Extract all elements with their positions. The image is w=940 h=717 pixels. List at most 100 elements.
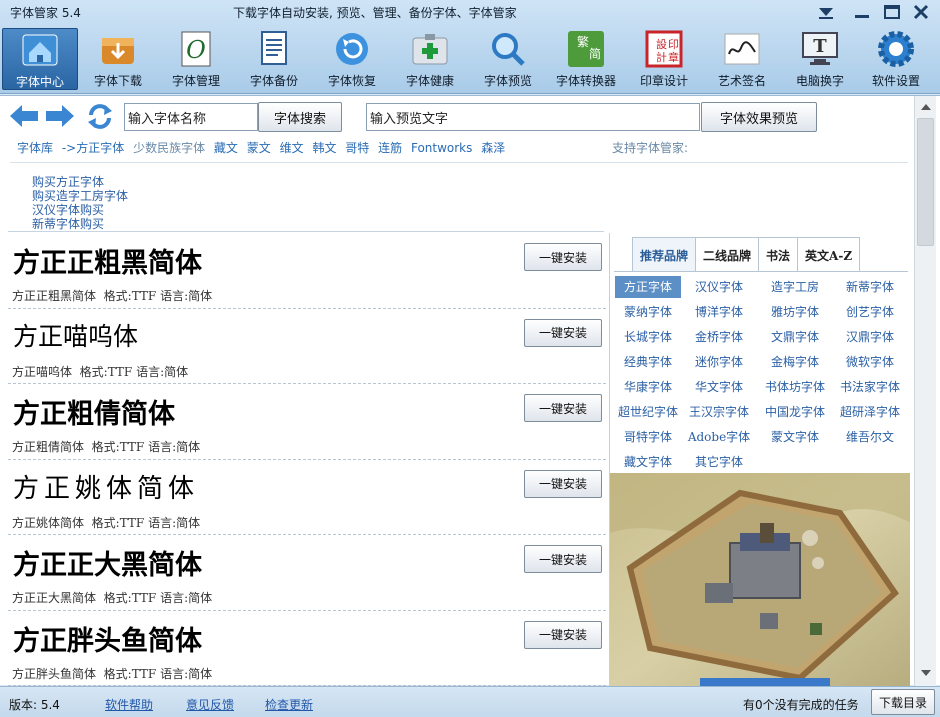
font-language: 语言:简体	[160, 666, 213, 681]
category-link[interactable]: 蒙文	[247, 141, 271, 155]
brand-link[interactable]: 汉鼎字体	[837, 326, 903, 348]
brand-link[interactable]: 博洋字体	[686, 301, 752, 323]
toolbar-font-manage[interactable]: O 字体管理	[158, 28, 234, 90]
tab-calligraphy[interactable]: 书法	[758, 237, 799, 271]
brand-link[interactable]: 金梅字体	[762, 351, 828, 373]
buy-link[interactable]: 新蒂字体购买	[32, 217, 128, 231]
brand-link[interactable]: 方正字体	[615, 276, 681, 298]
toolbar-font-restore[interactable]: 字体恢复	[314, 28, 390, 90]
category-link[interactable]: Fontworks	[411, 141, 472, 155]
font-preview: 方正喵呜体	[13, 321, 139, 351]
preview-text-input[interactable]	[366, 103, 700, 131]
brand-link[interactable]: 迷你字体	[686, 351, 752, 373]
brand-link[interactable]: 蒙纳字体	[615, 301, 681, 323]
brand-link[interactable]: 创艺字体	[837, 301, 903, 323]
svg-text:T: T	[813, 36, 827, 57]
brand-link[interactable]: 中国龙字体	[762, 401, 828, 423]
version-label: 版本: 5.4	[9, 698, 60, 712]
brand-link[interactable]: 华文字体	[686, 376, 752, 398]
toolbar-font-download[interactable]: 字体下载	[80, 28, 156, 90]
scrollbar-thumb[interactable]	[917, 118, 934, 246]
brand-link[interactable]: 其它字体	[686, 451, 752, 473]
brand-link[interactable]: 蒙文字体	[762, 426, 828, 448]
tab-second-tier-brands[interactable]: 二线品牌	[695, 237, 760, 271]
advertisement-image[interactable]	[610, 473, 910, 686]
brand-link[interactable]: 超世纪字体	[615, 401, 681, 423]
maximize-button[interactable]	[879, 2, 905, 22]
toolbar-computer-font-swap[interactable]: T 电脑换字	[782, 28, 858, 90]
font-effect-preview-button[interactable]: 字体效果预览	[701, 102, 817, 132]
back-button[interactable]	[8, 102, 40, 130]
font-meta: 方正粗倩简体 格式:TTF 语言:简体	[12, 438, 200, 455]
category-link[interactable]: 哥特	[345, 141, 369, 155]
brand-link[interactable]: 经典字体	[615, 351, 681, 373]
brand-link[interactable]: 金桥字体	[686, 326, 752, 348]
feedback-link[interactable]: 意见反馈	[186, 696, 234, 713]
category-link[interactable]: 维文	[280, 141, 304, 155]
toolbar-font-center[interactable]: 字体中心	[2, 28, 78, 90]
brand-link[interactable]: 维吾尔文	[837, 426, 903, 448]
install-button[interactable]: 一键安装	[524, 469, 602, 498]
toolbar-settings[interactable]: 软件设置	[858, 28, 934, 90]
category-link[interactable]: ->方正字体	[62, 141, 124, 155]
install-button[interactable]: 一键安装	[524, 545, 602, 573]
help-link[interactable]: 软件帮助	[105, 696, 153, 713]
brand-link[interactable]: 书法家字体	[837, 376, 903, 398]
refresh-button[interactable]	[84, 102, 116, 130]
download-box-icon	[97, 28, 139, 70]
buy-link[interactable]: 购买造字工房字体	[32, 189, 128, 203]
toolbar-label: 电脑换字	[795, 74, 844, 88]
brand-link[interactable]: 文鼎字体	[762, 326, 828, 348]
install-button[interactable]: 一键安装	[524, 394, 602, 422]
category-link[interactable]: 森泽	[481, 141, 505, 155]
download-directory-button[interactable]: 下载目录	[871, 689, 935, 715]
toolbar-font-converter[interactable]: 繁简 字体转换器	[548, 28, 624, 90]
brand-link[interactable]: 造字工房	[762, 276, 828, 298]
toolbar-seal-design[interactable]: 設印計章 印章设计	[626, 28, 702, 90]
toolbar-label: 字体中心	[15, 75, 64, 89]
font-meta: 方正正粗黑简体 格式:TTF 语言:简体	[12, 287, 212, 304]
font-name-input[interactable]	[124, 103, 258, 131]
scroll-down-button[interactable]	[916, 664, 936, 682]
brand-link[interactable]: 华康字体	[615, 376, 681, 398]
buy-links: 购买方正字体 购买造字工房字体 汉仪字体购买 新蒂字体购买	[32, 175, 128, 231]
tab-english-a-z[interactable]: 英文A-Z	[797, 237, 861, 271]
toolbar-label: 印章设计	[639, 74, 688, 88]
brand-link[interactable]: 长城字体	[615, 326, 681, 348]
forward-button[interactable]	[44, 102, 76, 130]
buy-link[interactable]: 汉仪字体购买	[32, 203, 128, 217]
tab-recommended-brands[interactable]: 推荐品牌	[632, 237, 697, 271]
category-link[interactable]: 韩文	[312, 141, 336, 155]
brand-link[interactable]: Adobe字体	[686, 426, 752, 448]
brand-link[interactable]: 新蒂字体	[837, 276, 903, 298]
category-link[interactable]: 连筋	[378, 141, 402, 155]
scroll-up-button[interactable]	[916, 98, 936, 116]
brand-link[interactable]: 藏文字体	[615, 451, 681, 473]
install-button[interactable]: 一键安装	[524, 620, 602, 649]
category-link[interactable]: 藏文	[214, 141, 238, 155]
close-button[interactable]	[908, 2, 934, 22]
brand-link[interactable]: 超研泽字体	[837, 401, 903, 423]
toolbar-art-signature[interactable]: 艺术签名	[704, 28, 780, 90]
brand-link[interactable]: 雅坊字体	[762, 301, 828, 323]
brand-link[interactable]: 汉仪字体	[686, 276, 752, 298]
brand-link[interactable]: 哥特字体	[615, 426, 681, 448]
minimize-button[interactable]	[849, 2, 875, 22]
category-link[interactable]: 字体库	[17, 141, 53, 155]
arrow-right-icon	[46, 105, 74, 127]
check-update-link[interactable]: 检查更新	[265, 696, 313, 713]
install-button[interactable]: 一键安装	[524, 318, 602, 347]
gear-icon	[875, 28, 917, 70]
toolbar-font-backup[interactable]: 字体备份	[236, 28, 312, 90]
toolbar-font-preview[interactable]: 字体预览	[470, 28, 546, 90]
brand-link[interactable]: 书体坊字体	[762, 376, 828, 398]
toolbar-font-health[interactable]: 字体健康	[392, 28, 468, 90]
vertical-scrollbar[interactable]	[914, 96, 936, 686]
category-link[interactable]: 少数民族字体	[133, 141, 205, 155]
brand-link[interactable]: 王汉宗字体	[686, 401, 752, 423]
install-button[interactable]: 一键安装	[524, 243, 602, 271]
buy-link[interactable]: 购买方正字体	[32, 175, 128, 189]
window-menu-button[interactable]	[813, 2, 839, 22]
brand-link[interactable]: 微软字体	[837, 351, 903, 373]
font-search-button[interactable]: 字体搜索	[258, 102, 342, 132]
